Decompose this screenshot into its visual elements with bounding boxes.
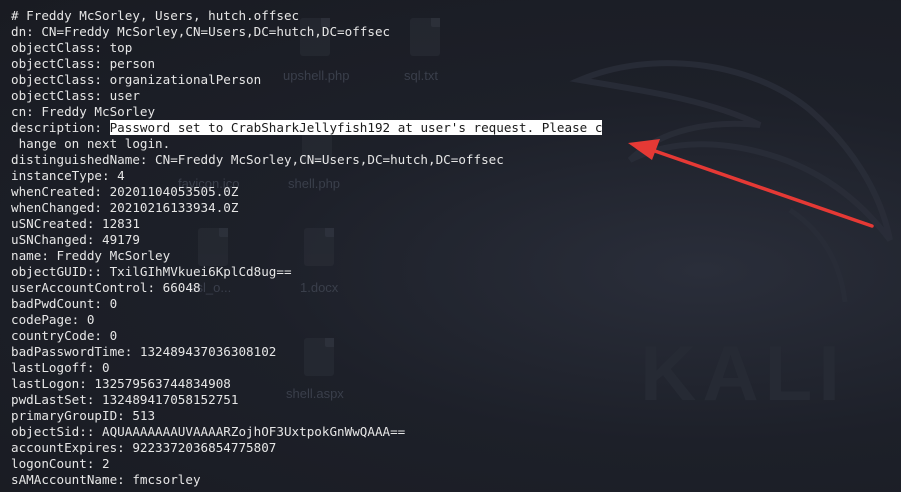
ldap-attribute-line: badPwdCount: 0 [11,296,118,311]
ldap-attribute-line: objectSid:: AQUAAAAAAAUVAAAARZojhOF3Uxtp… [11,424,406,439]
ldap-attribute-line: cn: Freddy McSorley [11,104,156,119]
screen: KALI upshell.php sql.txt shell.php favic… [0,0,901,492]
ldap-attribute-line: uSNCreated: 12831 [11,216,140,231]
ldap-entry-header: # Freddy McSorley, Users, hutch.offsec [11,8,300,23]
ldap-attribute-line: objectClass: organizationalPerson [11,72,262,87]
ldap-attribute-line: logonCount: 2 [11,456,110,471]
ldap-attribute-line: countryCode: 0 [11,328,118,343]
ldap-attribute-line: accountExpires: 9223372036854775807 [11,440,277,455]
ldap-attribute-line: whenCreated: 20201104053505.0Z [11,184,239,199]
ldap-attribute-line: uSNChanged: 49179 [11,232,140,247]
description-key: description: [11,120,110,135]
ldap-attribute-line: pwdLastSet: 132489417058152751 [11,392,239,407]
ldap-attribute-line: objectClass: user [11,88,140,103]
ldap-attribute-line: lastLogoff: 0 [11,360,110,375]
terminal-output[interactable]: # Freddy McSorley, Users, hutch.offsec d… [0,0,901,492]
ldap-attribute-line: codePage: 0 [11,312,95,327]
ldap-attribute-line: lastLogon: 132579563744834908 [11,376,231,391]
ldap-attribute-line: userAccountControl: 66048 [11,280,201,295]
description-wrap-line: hange on next login. [11,136,171,151]
ldap-attribute-line: objectGUID:: TxilGIhMVkuei6KplCd8ug== [11,264,292,279]
ldap-attribute-line: sAMAccountName: fmcsorley [11,472,201,487]
ldap-attribute-line: objectClass: top [11,40,133,55]
ldap-attribute-line: badPasswordTime: 132489437036308102 [11,344,277,359]
ldap-attribute-line: primaryGroupID: 513 [11,408,156,423]
highlighted-password-description: Password set to CrabSharkJellyfish192 at… [109,120,603,135]
ldap-attribute-line: dn: CN=Freddy McSorley,CN=Users,DC=hutch… [11,24,391,39]
ldap-attribute-line: name: Freddy McSorley [11,248,171,263]
description-line: description: Password set to CrabSharkJe… [11,120,901,136]
ldap-attribute-line: objectClass: person [11,56,156,71]
ldap-attribute-line: whenChanged: 20210216133934.0Z [11,200,239,215]
ldap-attribute-line: distinguishedName: CN=Freddy McSorley,CN… [11,152,504,167]
ldap-attribute-line: instanceType: 4 [11,168,125,183]
